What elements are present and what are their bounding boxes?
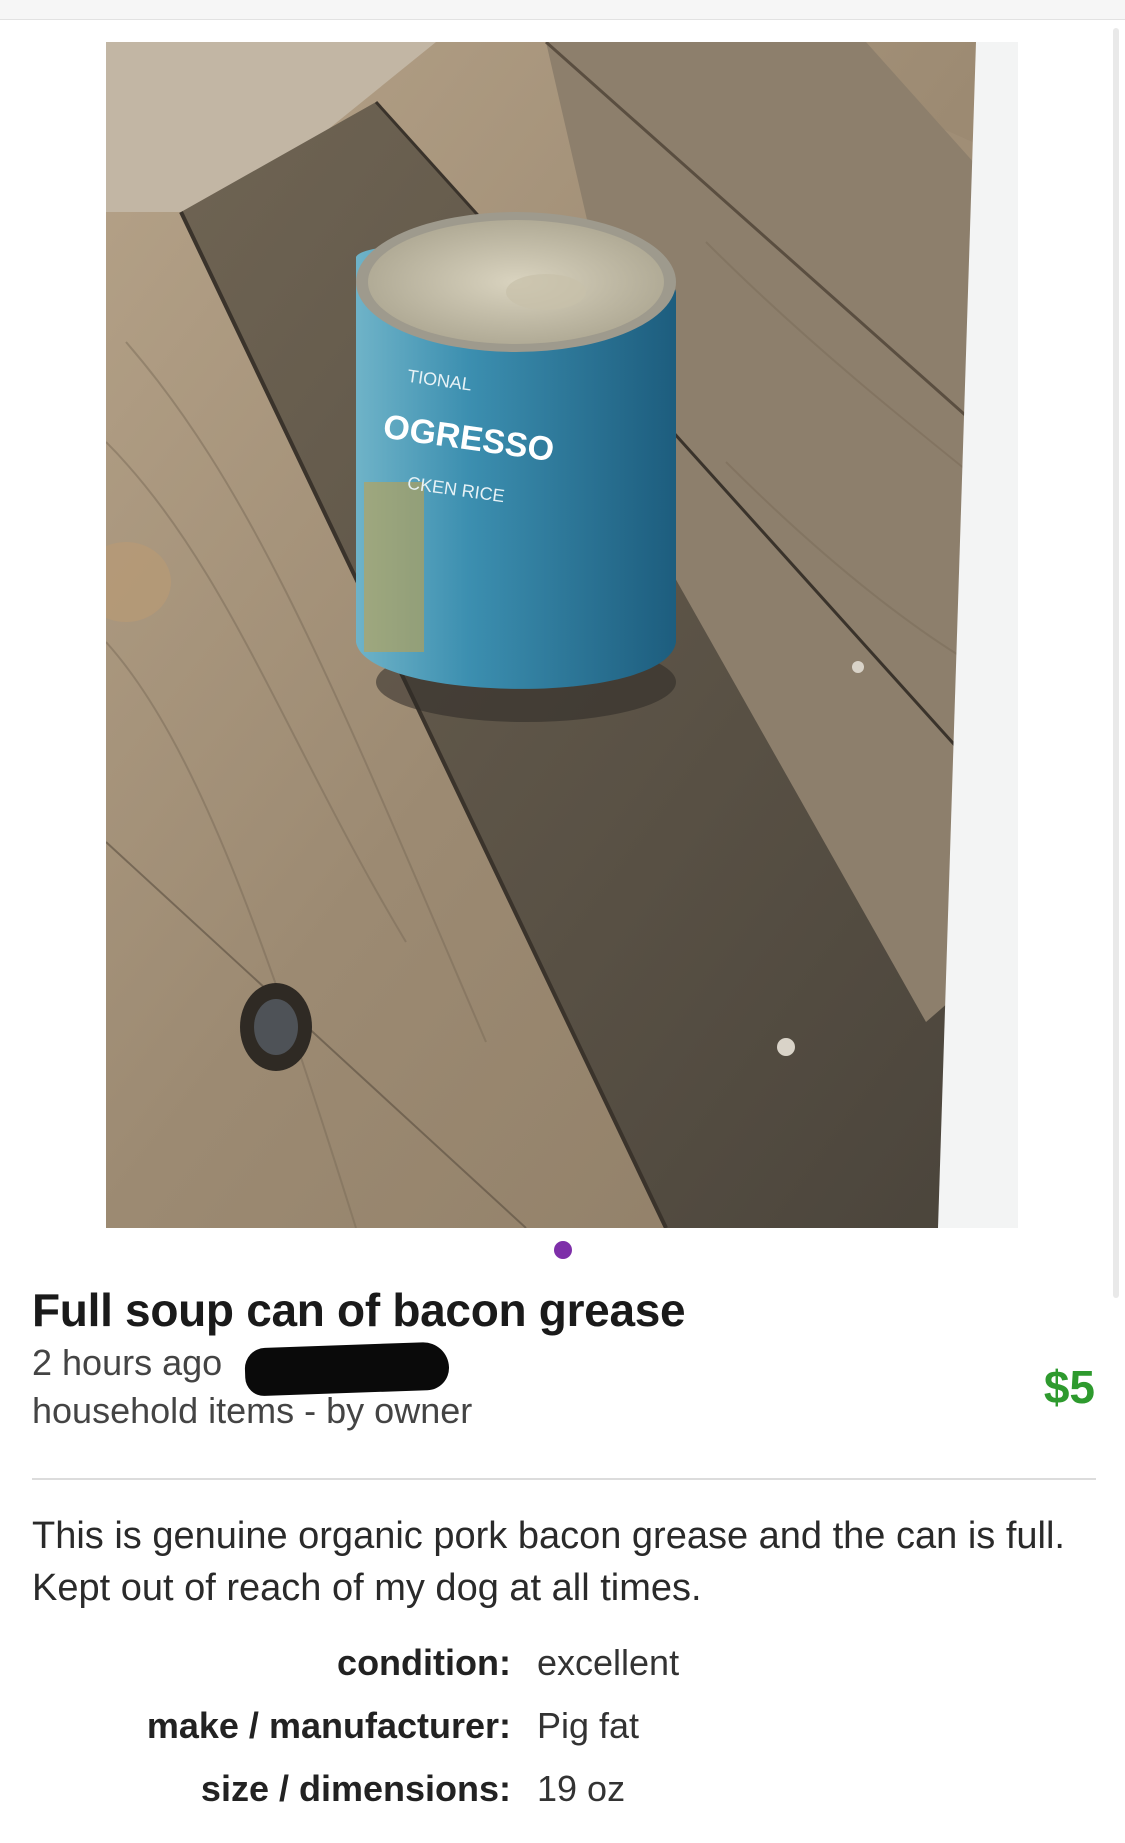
scrollbar[interactable]	[1113, 28, 1119, 1298]
attribute-row-size: size / dimensions: 19 oz	[0, 1768, 1125, 1818]
attribute-row-manufacturer: make / manufacturer: Pig fat	[0, 1705, 1125, 1755]
attribute-value: 19 oz	[537, 1768, 626, 1809]
attribute-label: size / dimensions:	[200, 1768, 511, 1809]
category-line: household items - by owner	[32, 1390, 473, 1431]
listing-title: Full soup can of bacon grease	[32, 1284, 686, 1336]
attribute-label: condition:	[337, 1642, 511, 1683]
posted-time: 2 hours ago	[32, 1342, 223, 1383]
listing-description: This is genuine organic pork bacon greas…	[32, 1515, 1065, 1609]
attribute-label: make / manufacturer:	[146, 1705, 511, 1746]
section-divider	[32, 1478, 1096, 1480]
listing-photo[interactable]: OGRESSO TIONAL CKEN RICE	[106, 42, 1018, 1228]
attribute-value: Pig fat	[537, 1705, 640, 1746]
top-toolbar-edge	[0, 0, 1125, 20]
redaction-mark	[244, 1341, 450, 1397]
attribute-value: excellent	[537, 1642, 680, 1683]
attribute-row-condition: condition: excellent	[0, 1642, 1125, 1692]
photo-page-indicator[interactable]	[554, 1241, 572, 1259]
price-label: $5	[1043, 1361, 1095, 1413]
